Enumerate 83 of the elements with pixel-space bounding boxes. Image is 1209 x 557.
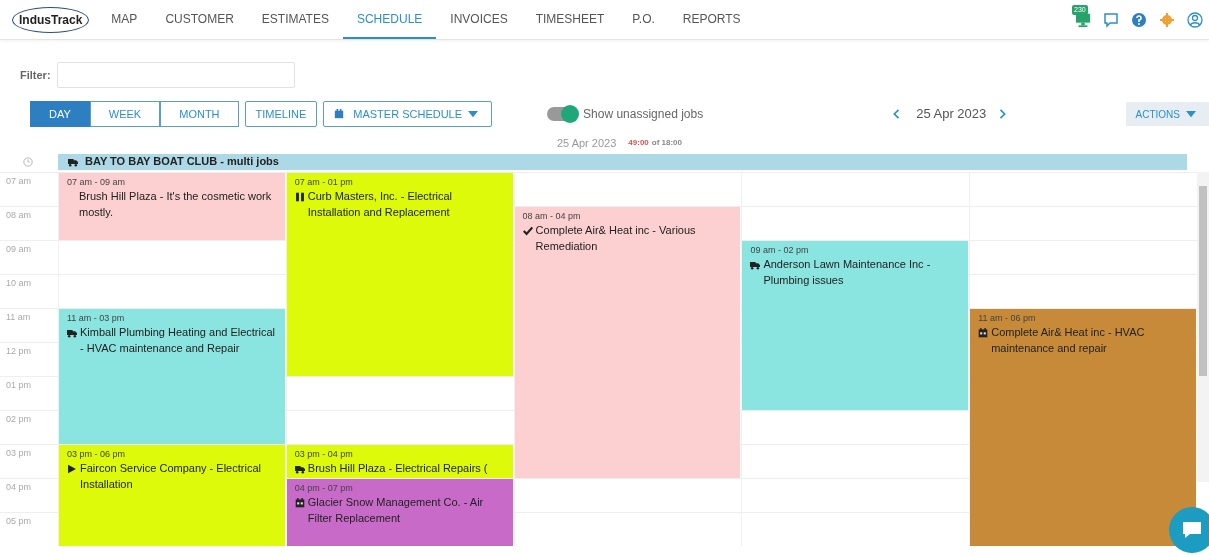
chat-icon[interactable] [1103,11,1119,28]
event-title: Brush Hill Plaza - It's the cosmetic work mostly. [79,189,273,220]
truck-icon [294,464,305,474]
view-button[interactable]: DAY [30,101,90,127]
calendar-event[interactable]: 07 am - 01 pm Curb Masters, Inc. - Electrical Installation and Replacement [286,172,513,376]
calendar-event[interactable]: 04 pm - 07 pm Glacier Snow Management Co. - Air Filter Replacement [286,478,513,546]
event-title: BAY TO BAY BOAT CLUB - multi jobs [85,154,279,170]
event-time: 09 am - 02 pm [750,243,810,257]
previous-icon[interactable] [891,109,902,119]
nav-tab[interactable]: SCHEDULE [342,0,437,39]
filter-label: Filter: [20,67,51,83]
toggle-label: Show unassigned jobs [583,106,704,123]
time-label: 12 pm [6,345,31,356]
check-icon [522,226,533,236]
truck-icon [67,328,77,338]
scrollbar[interactable] [1197,171,1209,482]
calendar-event[interactable]: 11 am - 06 pm Complete Air& Heat inc - HVAC maintenance and repair [970,308,1196,546]
nav-tab[interactable]: MAP [97,0,152,39]
calendar-event[interactable]: 07 am - 09 am Brush Hill Plaza - It's the cosmetic work mostly. [59,172,285,240]
nav-tab[interactable]: CUSTOMER [151,0,248,39]
event-title: Complete Air& Heat inc - Various Remediation [535,223,697,254]
pause-icon [294,192,305,202]
event-time: 08 am - 04 pm [522,209,582,223]
calendar-icon [978,328,989,338]
summary-date: 25 Apr 2023 [556,136,617,151]
event-title: Complete Air& Heat inc - HVAC maintenance and repair [991,325,1146,356]
calendar-icon [334,109,345,119]
settings-icon[interactable] [1159,11,1175,28]
user-icon[interactable] [1187,11,1203,28]
schedule-dropdown[interactable]: MASTER SCHEDULE [323,101,493,127]
monitor-icon[interactable] [1075,12,1091,29]
time-label: 10 am [6,277,31,288]
time-label: 07 am [6,175,31,186]
truck-icon [750,260,761,270]
event-title: Glacier Snow Management Co. - Air Filter Replacement [307,495,485,526]
nav-tab[interactable]: INVOICES [436,0,522,39]
time-label: 08 am [6,209,31,220]
event-time: 03 pm - 06 pm [67,447,127,461]
nav-tab[interactable]: ESTIMATES [247,0,343,39]
view-button[interactable]: WEEK [89,101,161,127]
event-time: 11 am - 03 pm [67,311,126,325]
hours-total: of 18:00 [651,137,682,150]
calendar-event[interactable]: 08 am - 04 pm Complete Air& Heat inc - Various Remediation [514,206,741,478]
event-time: 07 am - 09 am [67,175,127,189]
caret-icon [1186,109,1196,119]
time-label: 03 pm [6,447,31,458]
clock-icon [22,156,33,167]
hours-used: 49:00 [628,137,649,150]
all-day-event[interactable]: BAY TO BAY BOAT CLUB - multi jobs [58,153,1187,170]
time-label: 01 pm [6,379,31,390]
chat-icon [1181,520,1203,540]
event-title: Kimball Plumbing Heating and Electrical - HVAC maintenance and Repair [80,325,277,356]
event-title: Curb Masters, Inc. - Electrical Installation and Replacement [307,189,454,220]
event-time: 04 pm - 07 pm [294,481,354,495]
event-title: Anderson Lawn Maintenance Inc - Plumbing issues [763,257,932,288]
event-title: Brush Hill Plaza - Electrical Repairs ( [307,461,488,476]
time-label: 04 pm [6,481,31,492]
event-time: 03 pm - 04 pm [294,447,354,461]
view-button[interactable]: MONTH [160,101,239,127]
help-icon[interactable] [1131,11,1147,28]
event-time: 11 am - 06 pm [978,311,1037,325]
nav-tab[interactable]: REPORTS [668,0,755,39]
event-title: Faircon Service Company - Electrical Installation [80,461,262,492]
play-icon [67,464,77,474]
calendar-event[interactable]: 11 am - 03 pm Kimball Plumbing Heating and Electrical - HVAC maintenance and Repair [59,308,285,444]
calendar-event[interactable]: 03 pm - 06 pm Faircon Service Company - Electrical Installation [59,444,285,546]
truck-icon [68,156,78,167]
toggle-switch[interactable] [547,107,578,121]
calendar-icon [294,498,305,508]
chat-button[interactable] [1169,507,1209,553]
filter-field[interactable] [56,62,295,88]
nav-tab[interactable]: TIMESHEET [521,0,619,39]
nav-tab[interactable]: P.O. [618,0,669,39]
timeline-button[interactable]: TIMELINE [244,101,318,127]
time-label: 09 am [6,243,31,254]
time-label: 05 pm [6,515,31,526]
calendar-event[interactable]: 03 pm - 04 pm Brush Hill Plaza - Electrical Repairs ( [286,444,513,478]
time-label: 02 pm [6,413,31,424]
date-label: 25 Apr 2023 [916,105,987,124]
calendar-event[interactable]: 09 am - 02 pm Anderson Lawn Maintenance Inc - Plumbing issues [742,240,969,410]
time-label: 11 am [6,311,31,322]
caret-icon [468,109,479,119]
event-time: 07 am - 01 pm [294,175,354,189]
